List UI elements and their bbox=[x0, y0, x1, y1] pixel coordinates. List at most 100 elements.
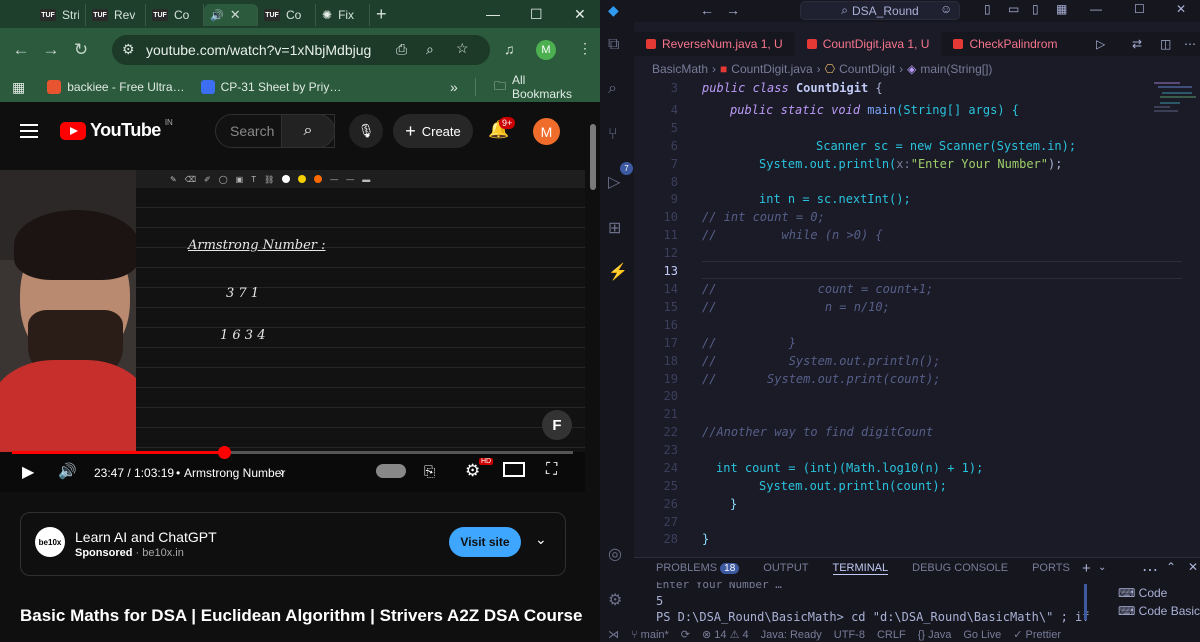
breadcrumb-folder[interactable]: BasicMath bbox=[652, 62, 708, 76]
git-branch[interactable]: ⑂ main* bbox=[631, 629, 669, 641]
close-panel-icon[interactable]: ✕ bbox=[1188, 560, 1198, 574]
code-editor[interactable]: 3 4 5 6 7 8 9 10 11 12 13 14 15 16 17 18… bbox=[634, 80, 1164, 550]
voice-search-button[interactable]: 🎙 bbox=[349, 114, 383, 148]
close-tab-icon[interactable]: ✕ bbox=[230, 7, 241, 23]
bookmark-cp31[interactable]: CP-31 Sheet by Priy… bbox=[200, 80, 341, 94]
reload-icon[interactable]: ↻ bbox=[66, 40, 96, 60]
tab-checkpalindrome[interactable]: CheckPalindrom bbox=[941, 32, 1069, 56]
settings-gear-icon[interactable]: ⚙ bbox=[465, 461, 480, 481]
site-info-icon[interactable]: ⚙ bbox=[122, 41, 135, 58]
remote-indicator-icon[interactable]: ⋊ bbox=[608, 628, 619, 641]
explorer-icon[interactable]: ⧉ bbox=[608, 36, 619, 54]
volume-icon[interactable]: 🔊 bbox=[58, 462, 77, 480]
chrome-tab-3[interactable]: TUF Co bbox=[146, 4, 204, 26]
run-debug-icon[interactable]: ▷ bbox=[608, 172, 620, 192]
install-app-icon[interactable]: ⎙ bbox=[396, 41, 407, 58]
maximize-icon[interactable]: ☐ bbox=[1134, 2, 1145, 16]
compare-icon[interactable]: ⇄ bbox=[1132, 37, 1142, 51]
maximize-icon[interactable]: ☐ bbox=[530, 0, 543, 28]
source-control-icon[interactable]: ⑂ bbox=[608, 126, 618, 144]
split-editor-icon[interactable]: ◫ bbox=[1160, 37, 1171, 51]
new-tab-button[interactable]: + bbox=[376, 4, 387, 25]
chevron-down-icon[interactable]: ⌄ bbox=[1098, 562, 1106, 573]
account-icon[interactable]: ◎ bbox=[608, 544, 622, 564]
tab-reversenum[interactable]: ReverseNum.java 1, U bbox=[634, 32, 795, 56]
scrollbar-thumb[interactable] bbox=[590, 124, 596, 190]
tab-output[interactable]: OUTPUT bbox=[763, 562, 808, 575]
bookmark-star-icon[interactable]: ☆ bbox=[456, 40, 469, 57]
bookmark-backiee[interactable]: backiee - Free Ultra… bbox=[47, 80, 185, 94]
encoding-status[interactable]: UTF-8 bbox=[834, 629, 865, 641]
chevron-right-icon[interactable]: › bbox=[280, 464, 284, 479]
hamburger-menu-icon[interactable] bbox=[20, 124, 38, 142]
chevron-down-icon[interactable]: ⌄ bbox=[535, 531, 547, 548]
bookmarks-overflow-button[interactable]: » bbox=[450, 79, 458, 95]
chrome-tab-6[interactable]: ✺ Fix bbox=[316, 4, 370, 26]
eol-status[interactable]: CRLF bbox=[877, 629, 906, 641]
forward-icon[interactable]: → bbox=[36, 40, 66, 60]
breadcrumb-class[interactable]: CountDigit bbox=[839, 62, 895, 76]
search-icon[interactable]: ⌕ bbox=[608, 80, 617, 98]
prettier-status[interactable]: ✓ Prettier bbox=[1013, 628, 1061, 641]
toggle-sidebar-icon[interactable]: ▯ bbox=[984, 2, 991, 16]
sponsored-ad-card[interactable]: be10x Learn AI and ChatGPT Sponsored · b… bbox=[20, 512, 566, 576]
chapter-title[interactable]: Armstrong Number bbox=[184, 466, 285, 480]
command-center[interactable]: ⌕ DSA_Round bbox=[800, 1, 960, 20]
all-bookmarks-button[interactable]: 🗀 All Bookmarks bbox=[494, 73, 584, 101]
chrome-tab-5[interactable]: TUF Co bbox=[258, 4, 316, 26]
play-icon[interactable]: ▶ bbox=[22, 462, 34, 482]
fullscreen-icon[interactable]: ⛶ bbox=[546, 461, 557, 479]
apps-grid-icon[interactable]: ▦ bbox=[12, 79, 25, 96]
go-live-button[interactable]: Go Live bbox=[963, 629, 1001, 641]
omnibox[interactable]: ⚙ youtube.com/watch?v=1xNbjMdbjug ⎙ ⌕ ☆ bbox=[112, 35, 490, 65]
create-button[interactable]: + Create bbox=[393, 114, 473, 148]
chrome-tab-1[interactable]: TUF Stri bbox=[34, 4, 86, 26]
tab-problems[interactable]: PROBLEMS 18 bbox=[656, 562, 740, 575]
copilot-icon[interactable]: ☺ bbox=[940, 2, 952, 16]
more-actions-icon[interactable]: ⋯ bbox=[1184, 37, 1196, 51]
chrome-tab-2[interactable]: TUF Rev bbox=[86, 4, 146, 26]
tab-debug-console[interactable]: DEBUG CONSOLE bbox=[912, 562, 1008, 575]
theater-mode-icon[interactable] bbox=[503, 462, 525, 477]
video-progress-bar[interactable] bbox=[12, 446, 573, 459]
tab-ports[interactable]: PORTS bbox=[1032, 562, 1070, 575]
zoom-icon[interactable]: ⌕ bbox=[426, 41, 434, 58]
profile-avatar[interactable]: M bbox=[536, 40, 556, 60]
breadcrumb-file[interactable]: CountDigit.java bbox=[731, 62, 812, 76]
minimize-icon[interactable]: — bbox=[486, 0, 500, 28]
extensions-icon[interactable]: ⊞ bbox=[608, 218, 621, 238]
new-terminal-icon[interactable]: + bbox=[1082, 560, 1091, 577]
minimize-icon[interactable]: — bbox=[1090, 2, 1102, 16]
video-player[interactable]: ✎ ⌫ ✐ ◯ ▣ T ⛓ — — ▬ Armstrong Number : 3… bbox=[0, 170, 585, 492]
close-window-icon[interactable]: ✕ bbox=[1176, 2, 1186, 16]
maximize-panel-icon[interactable]: ⌃ bbox=[1166, 560, 1176, 574]
customize-layout-icon[interactable]: ▦ bbox=[1056, 2, 1067, 16]
terminal-item-1[interactable]: ⌨ Code bbox=[1118, 586, 1200, 600]
youtube-logo[interactable]: YouTube IN bbox=[60, 118, 173, 141]
media-controls-icon[interactable]: ♫ bbox=[504, 41, 515, 57]
search-button[interactable]: ⌕ bbox=[281, 114, 335, 148]
youtube-avatar[interactable]: M bbox=[533, 118, 560, 145]
more-actions-icon[interactable]: ⋯ bbox=[1142, 560, 1158, 580]
autoplay-toggle[interactable] bbox=[376, 464, 406, 478]
chrome-tab-active[interactable]: 🔊 ✕ bbox=[204, 4, 258, 26]
menu-kebab-icon[interactable]: ⋮ bbox=[578, 40, 592, 57]
tab-countdigit[interactable]: CountDigit.java 1, U bbox=[794, 32, 942, 56]
nav-forward-icon[interactable]: → bbox=[726, 2, 740, 18]
visit-site-button[interactable]: Visit site bbox=[449, 527, 521, 557]
minimap[interactable] bbox=[1150, 80, 1200, 184]
lightning-icon[interactable]: ⚡ bbox=[608, 262, 628, 282]
page-scrollbar[interactable] bbox=[588, 120, 598, 642]
terminal-item-2[interactable]: ⌨ Code Basic... bbox=[1118, 604, 1200, 618]
manage-gear-icon[interactable]: ⚙ bbox=[608, 590, 622, 610]
sync-icon[interactable]: ⟳ bbox=[681, 628, 690, 641]
java-status[interactable]: Java: Ready bbox=[761, 629, 822, 641]
subtitles-icon[interactable]: ⎘ bbox=[424, 463, 435, 480]
toggle-panel-icon[interactable]: ▭ bbox=[1008, 2, 1019, 16]
close-window-icon[interactable]: ✕ bbox=[574, 0, 586, 28]
nav-back-icon[interactable]: ← bbox=[700, 2, 714, 18]
language-status[interactable]: {} Java bbox=[918, 629, 952, 641]
terminal-output[interactable]: Enter Your Number … 5 PS D:\DSA_Round\Basi… bbox=[656, 582, 1089, 624]
breadcrumb-method[interactable]: main(String[]) bbox=[920, 62, 992, 76]
tab-terminal[interactable]: TERMINAL bbox=[832, 562, 889, 575]
